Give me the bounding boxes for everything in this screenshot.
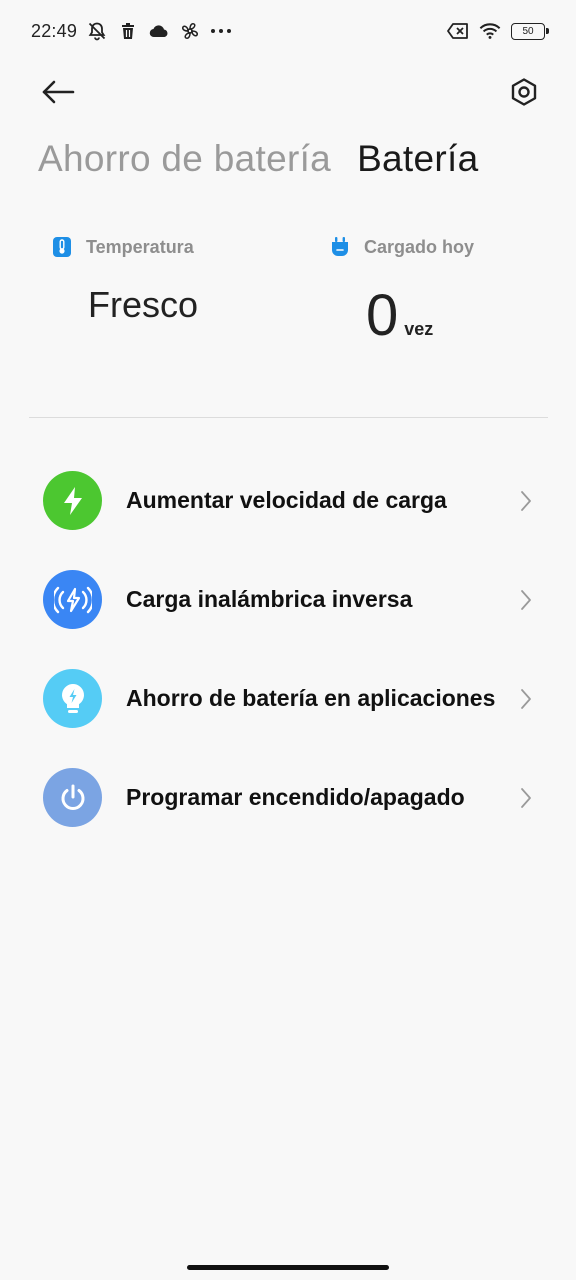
back-button[interactable] [36,70,80,114]
menu-item-label: Programar encendido/apagado [126,784,465,810]
menu-item-reverse-wireless[interactable]: Carga inalámbrica inversa [0,550,576,649]
battery-options-list: Aumentar velocidad de carga Carga inalám… [0,451,576,847]
chevron-right-icon [518,786,534,810]
status-bar: 22:49 50 [0,0,576,62]
more-dots-icon [210,20,232,42]
back-arrow-icon [42,80,75,104]
battery-level: 50 [522,25,534,37]
charged-today-unit: vez [404,319,434,339]
menu-item-label: Ahorro de batería en aplicaciones [126,685,496,711]
tab-battery-saver[interactable]: Ahorro de batería [38,138,331,180]
home-indicator[interactable] [187,1265,389,1270]
power-icon [43,768,102,827]
gear-icon [511,78,537,106]
menu-item-faster-charging[interactable]: Aumentar velocidad de carga [0,451,576,550]
tab-battery[interactable]: Batería [357,138,478,180]
temperature-label: Temperatura [86,236,194,257]
status-left: 22:49 [31,20,232,42]
temperature-stat: Temperatura Fresco [52,236,198,325]
top-nav [0,66,576,116]
wireless-charge-icon [43,570,102,629]
plug-icon [330,236,350,258]
battery-stats: Temperatura Fresco Cargado hoy 0 vez [0,236,576,356]
mute-bell-icon [86,20,108,42]
chevron-right-icon [518,489,534,513]
menu-item-app-battery-saver[interactable]: Ahorro de batería en aplicaciones [0,649,576,748]
menu-item-label: Carga inalámbrica inversa [126,586,413,612]
charged-today-count: 0 [366,283,399,348]
thermometer-icon [52,236,72,258]
charged-today-value-group: 0 vez [366,282,433,349]
charged-today-header: Cargado hoy [330,236,474,258]
section-divider [29,417,548,418]
chevron-right-icon [518,687,534,711]
bolt-icon [43,471,102,530]
no-sim-icon [447,20,469,42]
battery-icon: 50 [511,22,549,40]
fan-icon [179,20,201,42]
menu-item-label: Aumentar velocidad de carga [126,487,447,513]
bulb-icon [43,669,102,728]
status-time: 22:49 [31,20,78,41]
temperature-header: Temperatura [52,236,194,258]
chevron-right-icon [518,588,534,612]
settings-button[interactable] [502,70,546,114]
charged-today-label: Cargado hoy [364,236,475,257]
cloud-icon [148,20,170,42]
status-right: 50 [447,20,549,42]
wifi-icon [479,20,501,42]
temperature-value: Fresco [88,284,199,325]
menu-item-schedule-power[interactable]: Programar encendido/apagado [0,748,576,847]
header-tabs: Ahorro de batería Batería [38,138,478,180]
trash-icon [117,20,139,42]
charged-today-stat: Cargado hoy 0 vez [330,236,474,348]
